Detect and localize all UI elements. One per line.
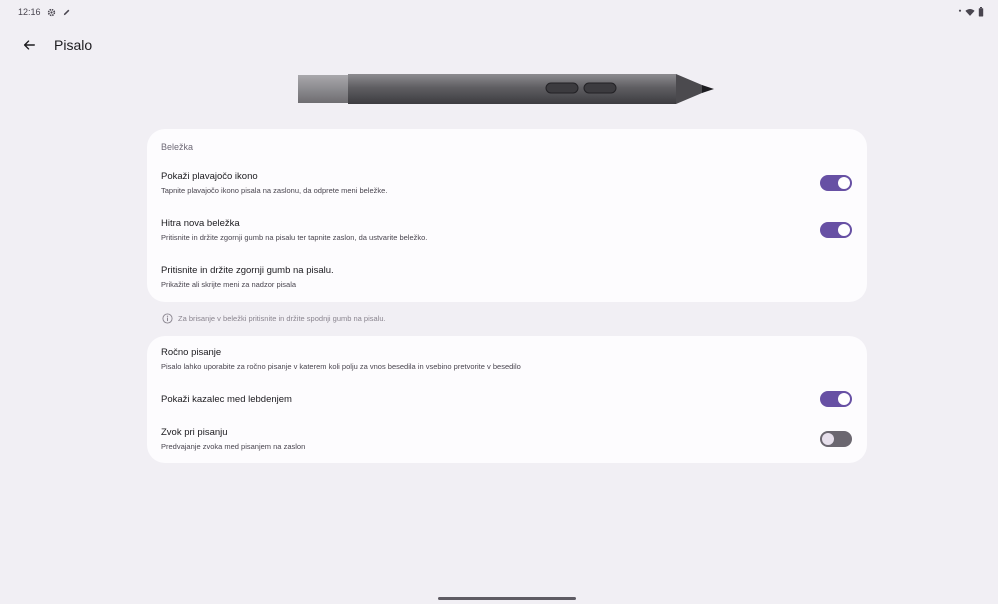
- info-note: Za brisanje v beležki pritisnite in drži…: [162, 313, 386, 324]
- setting-subtitle: Pisalo lahko uporabite za ročno pisanje …: [161, 362, 521, 371]
- setting-row-writing-sound[interactable]: Zvok pri pisanju Predvajanje zvoka med p…: [147, 427, 867, 451]
- setting-subtitle: Pritisnite in držite zgornji gumb na pis…: [161, 233, 428, 242]
- setting-title: Pritisnite in držite zgornji gumb na pis…: [161, 265, 334, 276]
- settings-screen: 12:16 Pisalo Beležka Pokaži plavajočo ik…: [0, 0, 998, 604]
- setting-title: Pokaži kazalec med lebdenjem: [161, 393, 292, 405]
- settings-gear-icon: [47, 8, 56, 17]
- setting-subtitle: Predvajanje zvoka med pisanjem na zaslon: [161, 442, 306, 451]
- signal-dot-icon: [958, 8, 962, 17]
- gesture-nav-handle[interactable]: [438, 597, 576, 600]
- setting-title: Pokaži plavajočo ikono: [161, 171, 258, 182]
- status-bar: 12:16: [0, 0, 998, 24]
- setting-text: Pokaži kazalec med lebdenjem: [161, 394, 292, 405]
- back-button[interactable]: [18, 34, 40, 56]
- switch-thumb: [838, 393, 850, 405]
- setting-row-quick-note[interactable]: Hitra nova beležka Pritisnite in držite …: [147, 218, 867, 242]
- setting-title: Ročno pisanje: [161, 347, 222, 358]
- battery-icon: [978, 7, 984, 17]
- switch-thumb: [838, 224, 850, 236]
- quick-note-switch[interactable]: [820, 222, 852, 238]
- setting-subtitle: Prikažite ali skrijte meni za nadzor pis…: [161, 280, 297, 289]
- pencil-icon: [62, 8, 71, 17]
- hover-pointer-switch[interactable]: [820, 391, 852, 407]
- info-icon: [162, 313, 173, 324]
- info-note-text: Za brisanje v beležki pritisnite in drži…: [178, 314, 386, 323]
- setting-title: Hitra nova beležka: [161, 218, 240, 229]
- stylus-illustration: [298, 72, 714, 106]
- floating-icon-switch[interactable]: [820, 175, 852, 191]
- setting-row-floating-icon[interactable]: Pokaži plavajočo ikono Tapnite plavajočo…: [147, 171, 867, 195]
- setting-text: Zvok pri pisanju Predvajanje zvoka med p…: [161, 427, 305, 451]
- switch-thumb: [838, 177, 850, 189]
- setting-row-handwriting[interactable]: Ročno pisanje Pisalo lahko uporabite za …: [147, 347, 867, 371]
- wifi-icon: [965, 8, 975, 17]
- setting-row-top-button[interactable]: Pritisnite in držite zgornji gumb na pis…: [147, 265, 867, 289]
- note-settings-card: Beležka Pokaži plavajočo ikono Tapnite p…: [147, 129, 867, 302]
- setting-text: Hitra nova beležka Pritisnite in držite …: [161, 218, 427, 242]
- setting-title: Zvok pri pisanju: [161, 427, 228, 438]
- setting-text: Pritisnite in držite zgornji gumb na pis…: [161, 265, 334, 289]
- setting-text: Ročno pisanje Pisalo lahko uporabite za …: [161, 347, 521, 371]
- section-header-note: Beležka: [161, 142, 194, 152]
- switch-thumb: [822, 433, 834, 445]
- status-left: 12:16: [18, 7, 71, 17]
- arrow-back-icon: [23, 40, 35, 50]
- setting-text: Pokaži plavajočo ikono Tapnite plavajočo…: [161, 171, 387, 195]
- status-time: 12:16: [18, 7, 41, 17]
- status-right: [958, 7, 984, 17]
- top-app-bar: Pisalo: [18, 32, 92, 58]
- page-title: Pisalo: [54, 37, 93, 53]
- setting-row-hover-pointer[interactable]: Pokaži kazalec med lebdenjem: [147, 391, 867, 407]
- writing-sound-switch[interactable]: [820, 431, 852, 447]
- setting-subtitle: Tapnite plavajočo ikono pisala na zaslon…: [161, 186, 388, 195]
- handwriting-settings-card: Ročno pisanje Pisalo lahko uporabite za …: [147, 336, 867, 463]
